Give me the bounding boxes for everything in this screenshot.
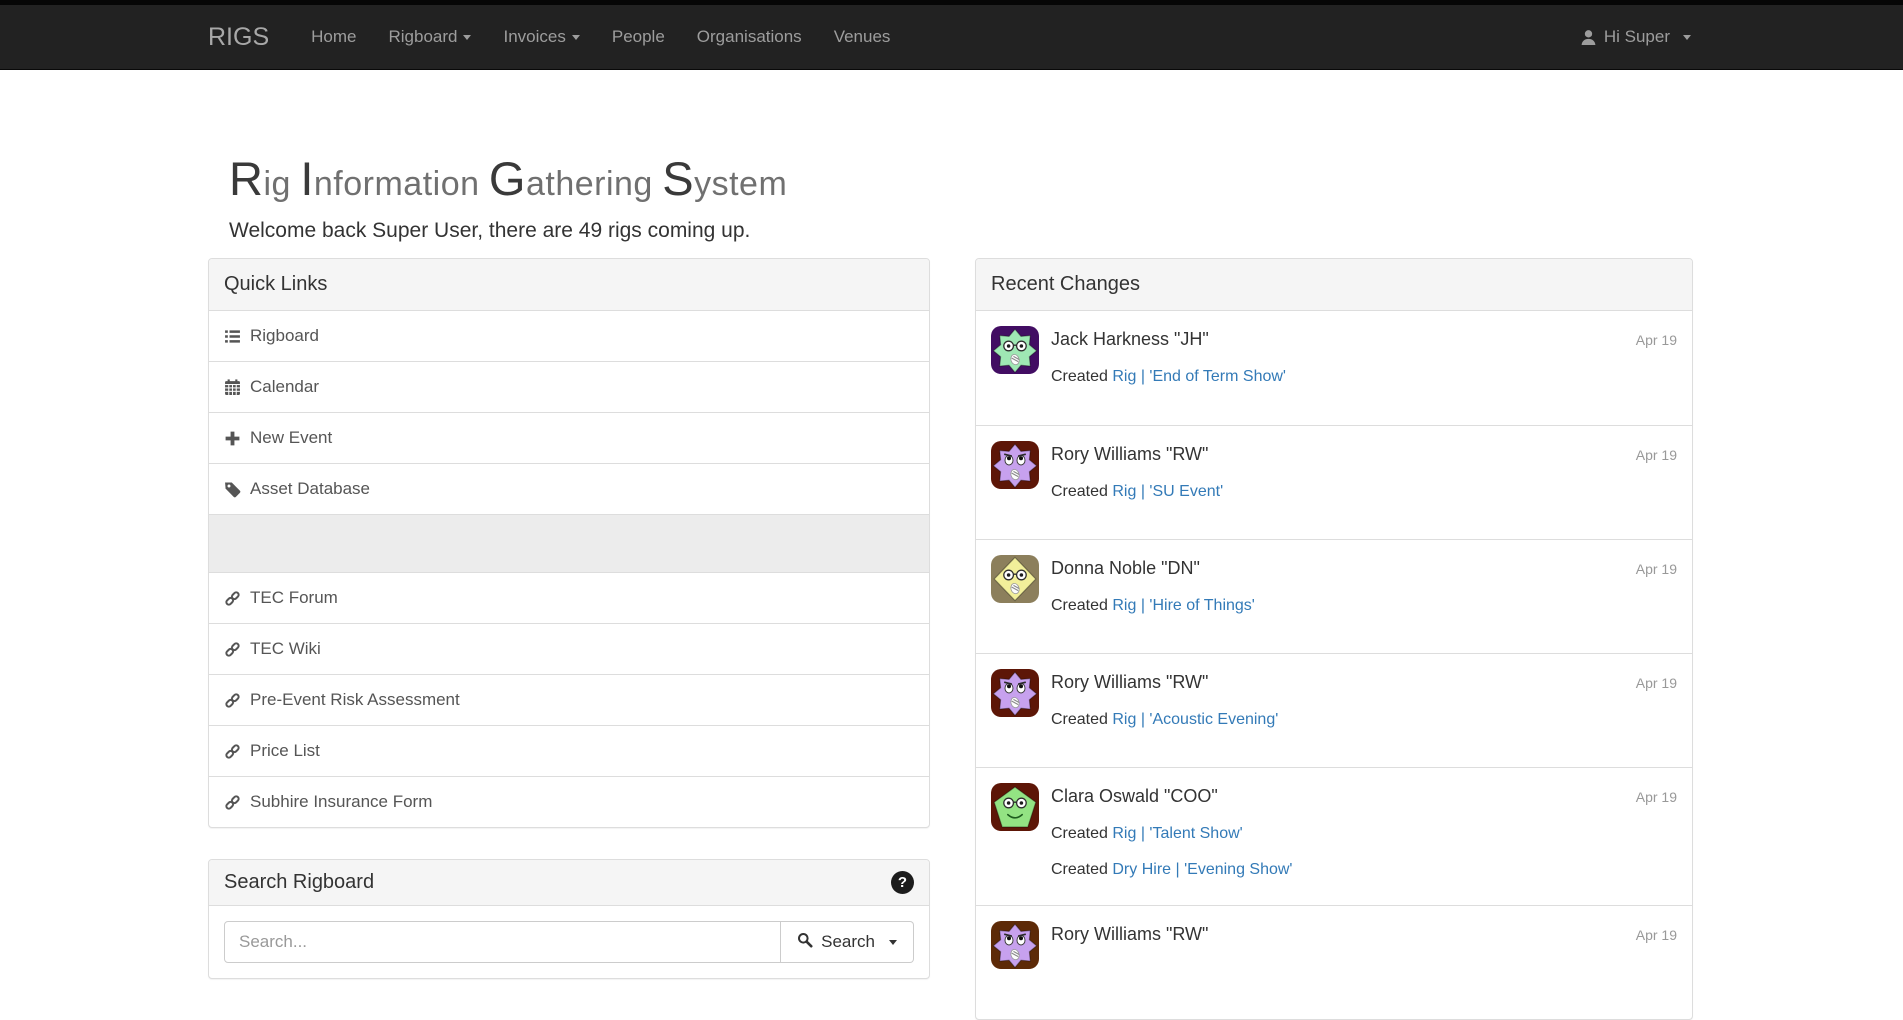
person-name: Clara Oswald "COO" [1051,786,1218,807]
main-content: Rig Information Gathering System Welcome… [208,154,1693,1020]
nav-item-venues[interactable]: Venues [818,5,907,69]
person-name: Jack Harkness "JH" [1051,329,1209,350]
search-button[interactable]: Search [781,921,914,963]
help-icon[interactable]: ? [891,871,914,894]
change-action: Created Rig | 'SU Event' [1051,483,1677,501]
link-icon [224,743,241,760]
recent-change-item: Rory Williams "RW" Apr 19 [976,905,1692,1019]
link-icon [224,641,241,658]
avatar [991,669,1039,717]
action-link[interactable]: Rig | 'Hire of Things' [1112,597,1254,614]
recent-changes-list: Jack Harkness "JH" Apr 19 Created Rig | … [976,311,1692,1019]
nav-item-home[interactable]: Home [295,5,372,69]
quick-links-panel: Quick Links Rigboard Calendar New Event … [208,258,930,828]
change-date: Apr 19 [1636,332,1677,348]
action-prefix: Created [1051,861,1108,878]
quick-link-item[interactable]: TEC Forum [209,572,929,623]
search-input[interactable] [224,921,781,963]
quick-link-item[interactable]: Price List [209,725,929,776]
list-icon [224,328,241,345]
brand[interactable]: RIGS [208,23,269,52]
change-action: Created Rig | 'End of Term Show' [1051,368,1677,386]
quick-links-title: Quick Links [209,259,929,311]
recent-change-item: Clara Oswald "COO" Apr 19 Created Rig | … [976,767,1692,905]
action-prefix: Created [1051,711,1108,728]
person-name: Donna Noble "DN" [1051,558,1200,579]
quick-link-item[interactable]: New Event [209,412,929,463]
recent-changes-panel: Recent Changes Jack Harkness "JH" Apr 19… [975,258,1693,1020]
link-icon [224,692,241,709]
change-date: Apr 19 [1636,789,1677,805]
quick-link-item[interactable]: Subhire Insurance Form [209,776,929,827]
person-name: Rory Williams "RW" [1051,444,1208,465]
quick-links-list: Rigboard Calendar New Event Asset Databa… [209,311,929,827]
recent-change-item: Jack Harkness "JH" Apr 19 Created Rig | … [976,311,1692,425]
chevron-down-icon [463,35,471,40]
change-action: Created Rig | 'Hire of Things' [1051,597,1677,615]
action-prefix: Created [1051,825,1108,842]
link-icon [224,794,241,811]
action-prefix: Created [1051,483,1108,500]
nav-item-people[interactable]: People [596,5,681,69]
change-date: Apr 19 [1636,927,1677,943]
search-rigboard-panel: Search Rigboard ? Search [208,859,930,979]
nav-item-invoices[interactable]: Invoices [487,5,595,69]
person-name: Rory Williams "RW" [1051,924,1208,945]
avatar [991,326,1039,374]
quick-link-item[interactable]: Rigboard [209,311,929,361]
user-menu[interactable]: Hi Super [1578,5,1693,69]
calendar-icon [224,379,241,396]
action-link[interactable]: Rig | 'Talent Show' [1112,825,1242,842]
change-action: Created Rig | 'Acoustic Evening' [1051,711,1677,729]
chevron-down-icon [889,940,897,945]
link-icon [224,590,241,607]
plus-icon [224,430,241,447]
action-prefix: Created [1051,368,1108,385]
search-panel-title: Search Rigboard [224,871,374,894]
change-action: Created Dry Hire | 'Evening Show' [1051,861,1677,879]
person-name: Rory Williams "RW" [1051,672,1208,693]
tag-icon [224,481,241,498]
action-link[interactable]: Rig | 'End of Term Show' [1112,368,1286,385]
list-separator [209,514,929,572]
action-link[interactable]: Dry Hire | 'Evening Show' [1112,861,1292,878]
page-title: Rig Information Gathering System [229,154,1693,203]
navbar-menu: Home Rigboard Invoices People Organisati… [295,5,906,69]
recent-change-item: Rory Williams "RW" Apr 19 Created Rig | … [976,653,1692,767]
quick-link-item[interactable]: TEC Wiki [209,623,929,674]
quick-link-item[interactable]: Pre-Event Risk Assessment [209,674,929,725]
recent-changes-title: Recent Changes [976,259,1692,311]
chevron-down-icon [1683,35,1691,40]
action-prefix: Created [1051,597,1108,614]
recent-change-item: Donna Noble "DN" Apr 19 Created Rig | 'H… [976,539,1692,653]
search-button-label: Search [821,932,875,952]
nav-item-organisations[interactable]: Organisations [681,5,818,69]
navbar: RIGS Home Rigboard Invoices People Organ… [0,5,1903,70]
chevron-down-icon [572,35,580,40]
quick-link-item[interactable]: Asset Database [209,463,929,514]
avatar [991,441,1039,489]
avatar [991,555,1039,603]
action-link[interactable]: Rig | 'Acoustic Evening' [1112,711,1278,728]
avatar [991,783,1039,831]
user-label: Hi Super [1604,27,1670,47]
change-action: Created Rig | 'Talent Show' [1051,825,1677,843]
recent-change-item: Rory Williams "RW" Apr 19 Created Rig | … [976,425,1692,539]
nav-item-rigboard[interactable]: Rigboard [372,5,487,69]
avatar [991,921,1039,969]
change-date: Apr 19 [1636,447,1677,463]
search-input-group: Search [224,921,914,963]
search-icon [797,932,813,953]
action-link[interactable]: Rig | 'SU Event' [1112,483,1223,500]
welcome-message: Welcome back Super User, there are 49 ri… [229,219,1693,243]
person-icon [1580,29,1597,46]
quick-link-item[interactable]: Calendar [209,361,929,412]
change-date: Apr 19 [1636,561,1677,577]
change-date: Apr 19 [1636,675,1677,691]
